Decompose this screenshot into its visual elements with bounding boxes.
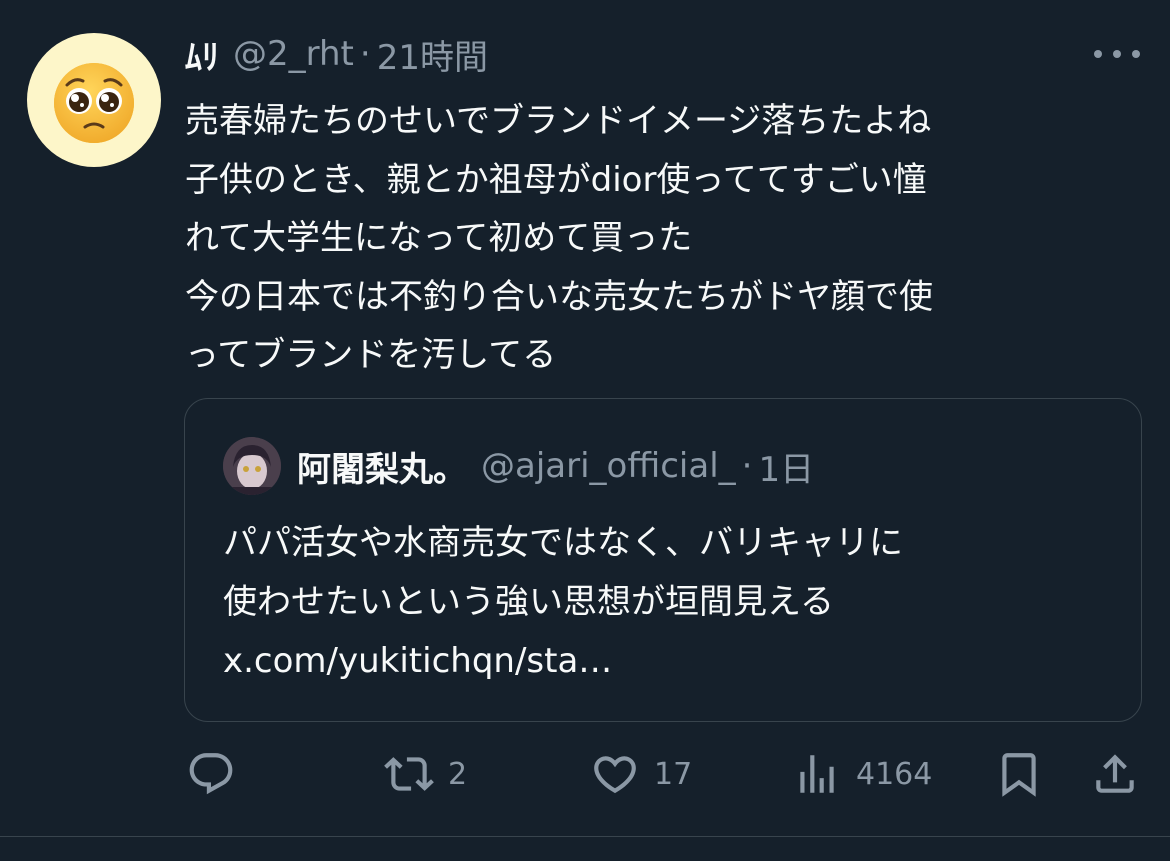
bookmark-button[interactable]	[994, 748, 1044, 800]
quoted-author-handle[interactable]: @ajari_official_	[481, 446, 736, 486]
like-button[interactable]: 17	[590, 748, 692, 800]
retweet-icon	[384, 757, 434, 791]
views-button[interactable]: 4164	[792, 748, 932, 800]
tweet-text-line: ってブランドを汚してる	[185, 335, 557, 375]
tweet-actions-bar: 2 17 4164	[0, 748, 1170, 800]
views-count: 4164	[856, 756, 933, 792]
bottom-divider	[0, 836, 1170, 837]
author-avatar[interactable]	[27, 33, 161, 167]
tweet-text-line: れて大学生になって初めて買った	[185, 218, 693, 258]
quoted-author-avatar[interactable]	[223, 437, 281, 495]
separator-dot: ·	[741, 446, 753, 486]
quoted-tweet-timestamp[interactable]: 1日	[758, 442, 814, 491]
separator-dot: ·	[359, 34, 371, 74]
tweet-timestamp[interactable]: 21時間	[377, 30, 488, 79]
like-count: 17	[654, 756, 693, 792]
more-options-icon[interactable]	[1094, 48, 1140, 60]
retweet-button[interactable]: 2	[384, 748, 467, 800]
share-icon	[1096, 754, 1134, 793]
tweet-text-line: 売春婦たちのせいでブランドイメージ落ちたよね	[185, 101, 932, 141]
tweet-header: ﾑﾘ @2_rht · 21時間	[185, 30, 488, 78]
reply-button[interactable]	[186, 748, 250, 800]
tweet-text: 売春婦たちのせいでブランドイメージ落ちたよね 子供のとき、親とか祖母がdior使…	[185, 92, 1145, 385]
quoted-text-line: パパ活女や水商売女ではなく、バリキャリに	[223, 523, 903, 563]
portrait-avatar-icon	[223, 437, 281, 495]
quoted-author-display-name[interactable]: 阿闍梨丸。	[297, 442, 467, 491]
author-display-name[interactable]: ﾑﾘ	[185, 30, 219, 79]
quoted-tweet-header: 阿闍梨丸。 @ajari_official_ · 1日	[297, 442, 814, 491]
pleading-face-icon	[54, 63, 134, 143]
author-handle[interactable]: @2_rht	[233, 34, 354, 74]
views-icon	[800, 755, 834, 793]
tweet[interactable]: ﾑﾘ @2_rht · 21時間 売春婦たちのせいでブランドイメージ落ちたよね …	[0, 0, 1170, 861]
quoted-link[interactable]: x.com/yukitichqn/sta…	[223, 632, 1103, 691]
quoted-tweet-text: パパ活女や水商売女ではなく、バリキャリに 使わせたいという強い思想が垣間見える …	[223, 514, 1103, 691]
tweet-text-line: 今の日本では不釣り合いな売女たちがドヤ顔で使	[185, 276, 933, 317]
tweet-text-line: 子供のとき、親とか祖母がdior使っててすごい憧	[185, 159, 927, 200]
bookmark-icon	[1002, 753, 1036, 797]
reply-icon	[189, 753, 233, 795]
share-button[interactable]	[1090, 748, 1140, 800]
quoted-text-line: 使わせたいという強い思想が垣間見える	[223, 582, 834, 622]
heart-icon	[594, 756, 636, 794]
quoted-tweet-card[interactable]: 阿闍梨丸。 @ajari_official_ · 1日 パパ活女や水商売女ではな…	[184, 398, 1142, 722]
retweet-count: 2	[448, 756, 468, 792]
